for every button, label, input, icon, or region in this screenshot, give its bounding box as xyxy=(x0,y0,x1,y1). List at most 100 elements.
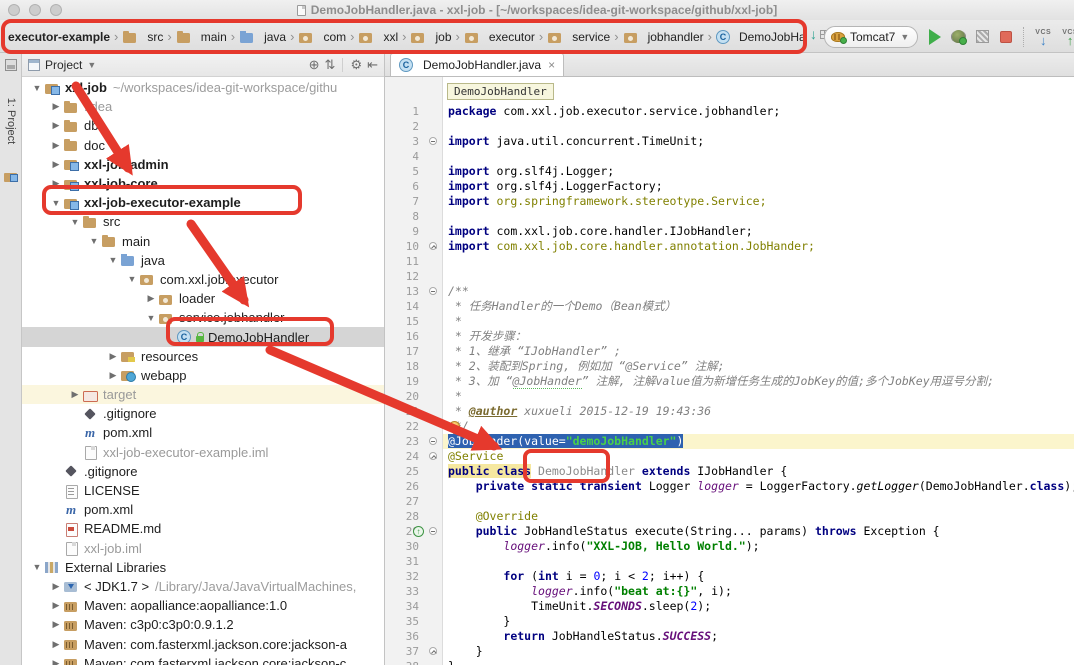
vcs-update-button[interactable]: VCS ↓ xyxy=(1035,29,1051,45)
project-stripe-button[interactable]: 1: Project xyxy=(5,77,17,165)
editor-tab[interactable]: C DemoJobHandler.java × xyxy=(390,53,564,76)
close-window-button[interactable] xyxy=(8,4,20,16)
run-configuration-select[interactable]: Tomcat7 ▼ xyxy=(824,26,918,48)
fold-close-icon[interactable] xyxy=(429,242,437,250)
expand-arrow-icon[interactable]: ▶ xyxy=(144,293,158,304)
code-line-28: 28 @Override xyxy=(385,509,1074,524)
override-gutter-icon[interactable]: ↑ xyxy=(413,526,424,537)
zoom-window-button[interactable] xyxy=(50,4,62,16)
tree-item-pom-xml[interactable]: mpom.xml xyxy=(22,500,384,519)
tree-item-doc[interactable]: ▶doc xyxy=(22,136,384,155)
tree-item-resources[interactable]: ▶resources xyxy=(22,347,384,366)
expand-arrow-icon[interactable]: ▶ xyxy=(49,658,63,665)
breadcrumb-item-demojobhandler[interactable]: CDemoJobHandler xyxy=(716,30,804,44)
tree-item-loader[interactable]: ▶loader xyxy=(22,289,384,308)
editor-surface[interactable]: DemoJobHandler 1package com.xxl.job.exec… xyxy=(385,77,1074,665)
settings-gear-button[interactable]: ⚙ xyxy=(350,58,362,71)
run-button[interactable] xyxy=(929,29,941,45)
tree-item-maven-c3p0-c3p0-0-9-1-2[interactable]: ▶Maven: c3p0:c3p0:0.9.1.2 xyxy=(22,615,384,634)
expand-arrow-icon[interactable]: ▶ xyxy=(49,159,63,170)
tree-item-main[interactable]: ▼main xyxy=(22,232,384,251)
code-line-35: 35 } xyxy=(385,614,1074,629)
tree-item-pom-xml[interactable]: mpom.xml xyxy=(22,423,384,442)
breadcrumb-item-executor-example[interactable]: executor-example xyxy=(8,30,110,44)
project-panel-title[interactable]: Project xyxy=(45,58,82,72)
tree-item--gitignore[interactable]: .gitignore xyxy=(22,462,384,481)
expand-arrow-icon[interactable]: ▼ xyxy=(87,236,101,246)
breadcrumb-item-executor[interactable]: executor xyxy=(464,30,535,44)
expand-arrow-icon[interactable]: ▼ xyxy=(68,217,82,227)
expand-arrow-icon[interactable]: ▼ xyxy=(125,274,139,284)
expand-arrow-icon[interactable]: ▶ xyxy=(49,101,63,112)
navbar-down-arrow-icon[interactable]: ↓ xyxy=(810,27,817,41)
tree-item-xxl-job-executor-example-iml[interactable]: xxl-job-executor-example.iml xyxy=(22,443,384,462)
tree-item-service-jobhandler[interactable]: ▼service.jobhandler xyxy=(22,308,384,327)
fold-column xyxy=(425,614,443,629)
collapse-all-button[interactable]: ⇅ xyxy=(325,58,336,71)
expand-arrow-icon[interactable]: ▼ xyxy=(49,198,63,208)
line-number: 26 xyxy=(385,479,425,494)
expand-arrow-icon[interactable]: ▼ xyxy=(144,313,158,323)
debug-button[interactable] xyxy=(952,30,965,43)
tree-item-src[interactable]: ▼src xyxy=(22,212,384,231)
breadcrumb-item-job[interactable]: job xyxy=(410,30,451,44)
tree-item--idea[interactable]: ▶.idea xyxy=(22,97,384,116)
close-tab-icon[interactable]: × xyxy=(546,58,555,72)
expand-arrow-icon[interactable]: ▶ xyxy=(49,178,63,189)
tree-item-xxl-job-iml[interactable]: xxl-job.iml xyxy=(22,539,384,558)
expand-arrow-icon[interactable]: ▶ xyxy=(49,140,63,151)
expand-arrow-icon[interactable]: ▶ xyxy=(49,619,63,630)
coverage-button[interactable] xyxy=(976,30,989,43)
intention-bulb-icon[interactable] xyxy=(449,421,460,432)
tree-item-external-libraries[interactable]: ▼External Libraries xyxy=(22,558,384,577)
expand-arrow-icon[interactable]: ▶ xyxy=(49,581,63,592)
tree-item-db[interactable]: ▶db xyxy=(22,116,384,135)
minimize-window-button[interactable] xyxy=(29,4,41,16)
expand-arrow-icon[interactable]: ▶ xyxy=(106,351,120,362)
fold-open-icon[interactable] xyxy=(429,287,437,295)
stop-button[interactable] xyxy=(1000,31,1012,43)
expand-arrow-icon[interactable]: ▶ xyxy=(49,120,63,131)
hide-panel-button[interactable]: ⇤ xyxy=(367,58,378,71)
fold-close-icon[interactable] xyxy=(429,452,437,460)
tree-item--jdk1-7-[interactable]: ▶< JDK1.7 > /Library/Java/JavaVirtualMac… xyxy=(22,577,384,596)
chevron-down-icon[interactable]: ▼ xyxy=(87,60,96,70)
fold-open-icon[interactable] xyxy=(429,137,437,145)
expand-arrow-icon[interactable]: ▼ xyxy=(30,562,44,572)
fold-open-icon[interactable] xyxy=(429,437,437,445)
breadcrumb-item-xxl[interactable]: xxl xyxy=(358,30,398,44)
breadcrumb-item-jobhandler[interactable]: jobhandler xyxy=(623,30,704,44)
tree-item-xxl-job-core[interactable]: ▶xxl-job-core xyxy=(22,174,384,193)
vcs-commit-button[interactable]: VCS ↑ xyxy=(1062,29,1074,45)
tree-item-xxl-job-admin[interactable]: ▶xxl-job-admin xyxy=(22,155,384,174)
tree-item-com-xxl-job-executor[interactable]: ▼com.xxl.job.executor xyxy=(22,270,384,289)
tree-item-demojobhandler[interactable]: CDemoJobHandler xyxy=(22,327,384,346)
tree-item--gitignore[interactable]: .gitignore xyxy=(22,404,384,423)
expand-arrow-icon[interactable]: ▶ xyxy=(49,600,63,611)
tree-item-license[interactable]: LICENSE xyxy=(22,481,384,500)
breadcrumb-item-main[interactable]: main xyxy=(176,30,227,44)
breadcrumb-item-src[interactable]: src xyxy=(122,30,163,44)
fold-open-icon[interactable] xyxy=(429,527,437,535)
tree-item-xxl-job[interactable]: ▼xxl-job ~/workspaces/idea-git-workspace… xyxy=(22,78,384,97)
project-folder-icon[interactable] xyxy=(4,171,18,182)
expand-arrow-icon[interactable]: ▼ xyxy=(106,255,120,265)
tree-item-maven-com-fasterxml-jackson-core-jackson-a[interactable]: ▶Maven: com.fasterxml.jackson.core:jacks… xyxy=(22,634,384,653)
tree-item-target[interactable]: ▶target xyxy=(22,385,384,404)
expand-arrow-icon[interactable]: ▶ xyxy=(68,389,82,400)
expand-arrow-icon[interactable]: ▶ xyxy=(49,639,63,650)
breadcrumb-item-com[interactable]: com xyxy=(298,30,346,44)
locate-file-button[interactable]: ⊕ xyxy=(309,58,320,71)
breadcrumb-item-service[interactable]: service xyxy=(547,30,610,44)
tree-item-webapp[interactable]: ▶webapp xyxy=(22,366,384,385)
expand-arrow-icon[interactable]: ▼ xyxy=(30,83,44,93)
tree-item-java[interactable]: ▼java xyxy=(22,251,384,270)
tree-item-xxl-job-executor-example[interactable]: ▼xxl-job-executor-example xyxy=(22,193,384,212)
expand-arrow-icon[interactable]: ▶ xyxy=(106,370,120,381)
tool-window-icon[interactable] xyxy=(5,59,17,71)
tree-item-maven-com-fasterxml-jackson-core-jackson-c[interactable]: ▶Maven: com.fasterxml.jackson.core:jacks… xyxy=(22,654,384,665)
breadcrumb-item-java[interactable]: java xyxy=(239,30,286,44)
fold-close-icon[interactable] xyxy=(429,647,437,655)
tree-item-maven-aopalliance-aopalliance-1-0[interactable]: ▶Maven: aopalliance:aopalliance:1.0 xyxy=(22,596,384,615)
tree-item-readme-md[interactable]: README.md xyxy=(22,519,384,538)
